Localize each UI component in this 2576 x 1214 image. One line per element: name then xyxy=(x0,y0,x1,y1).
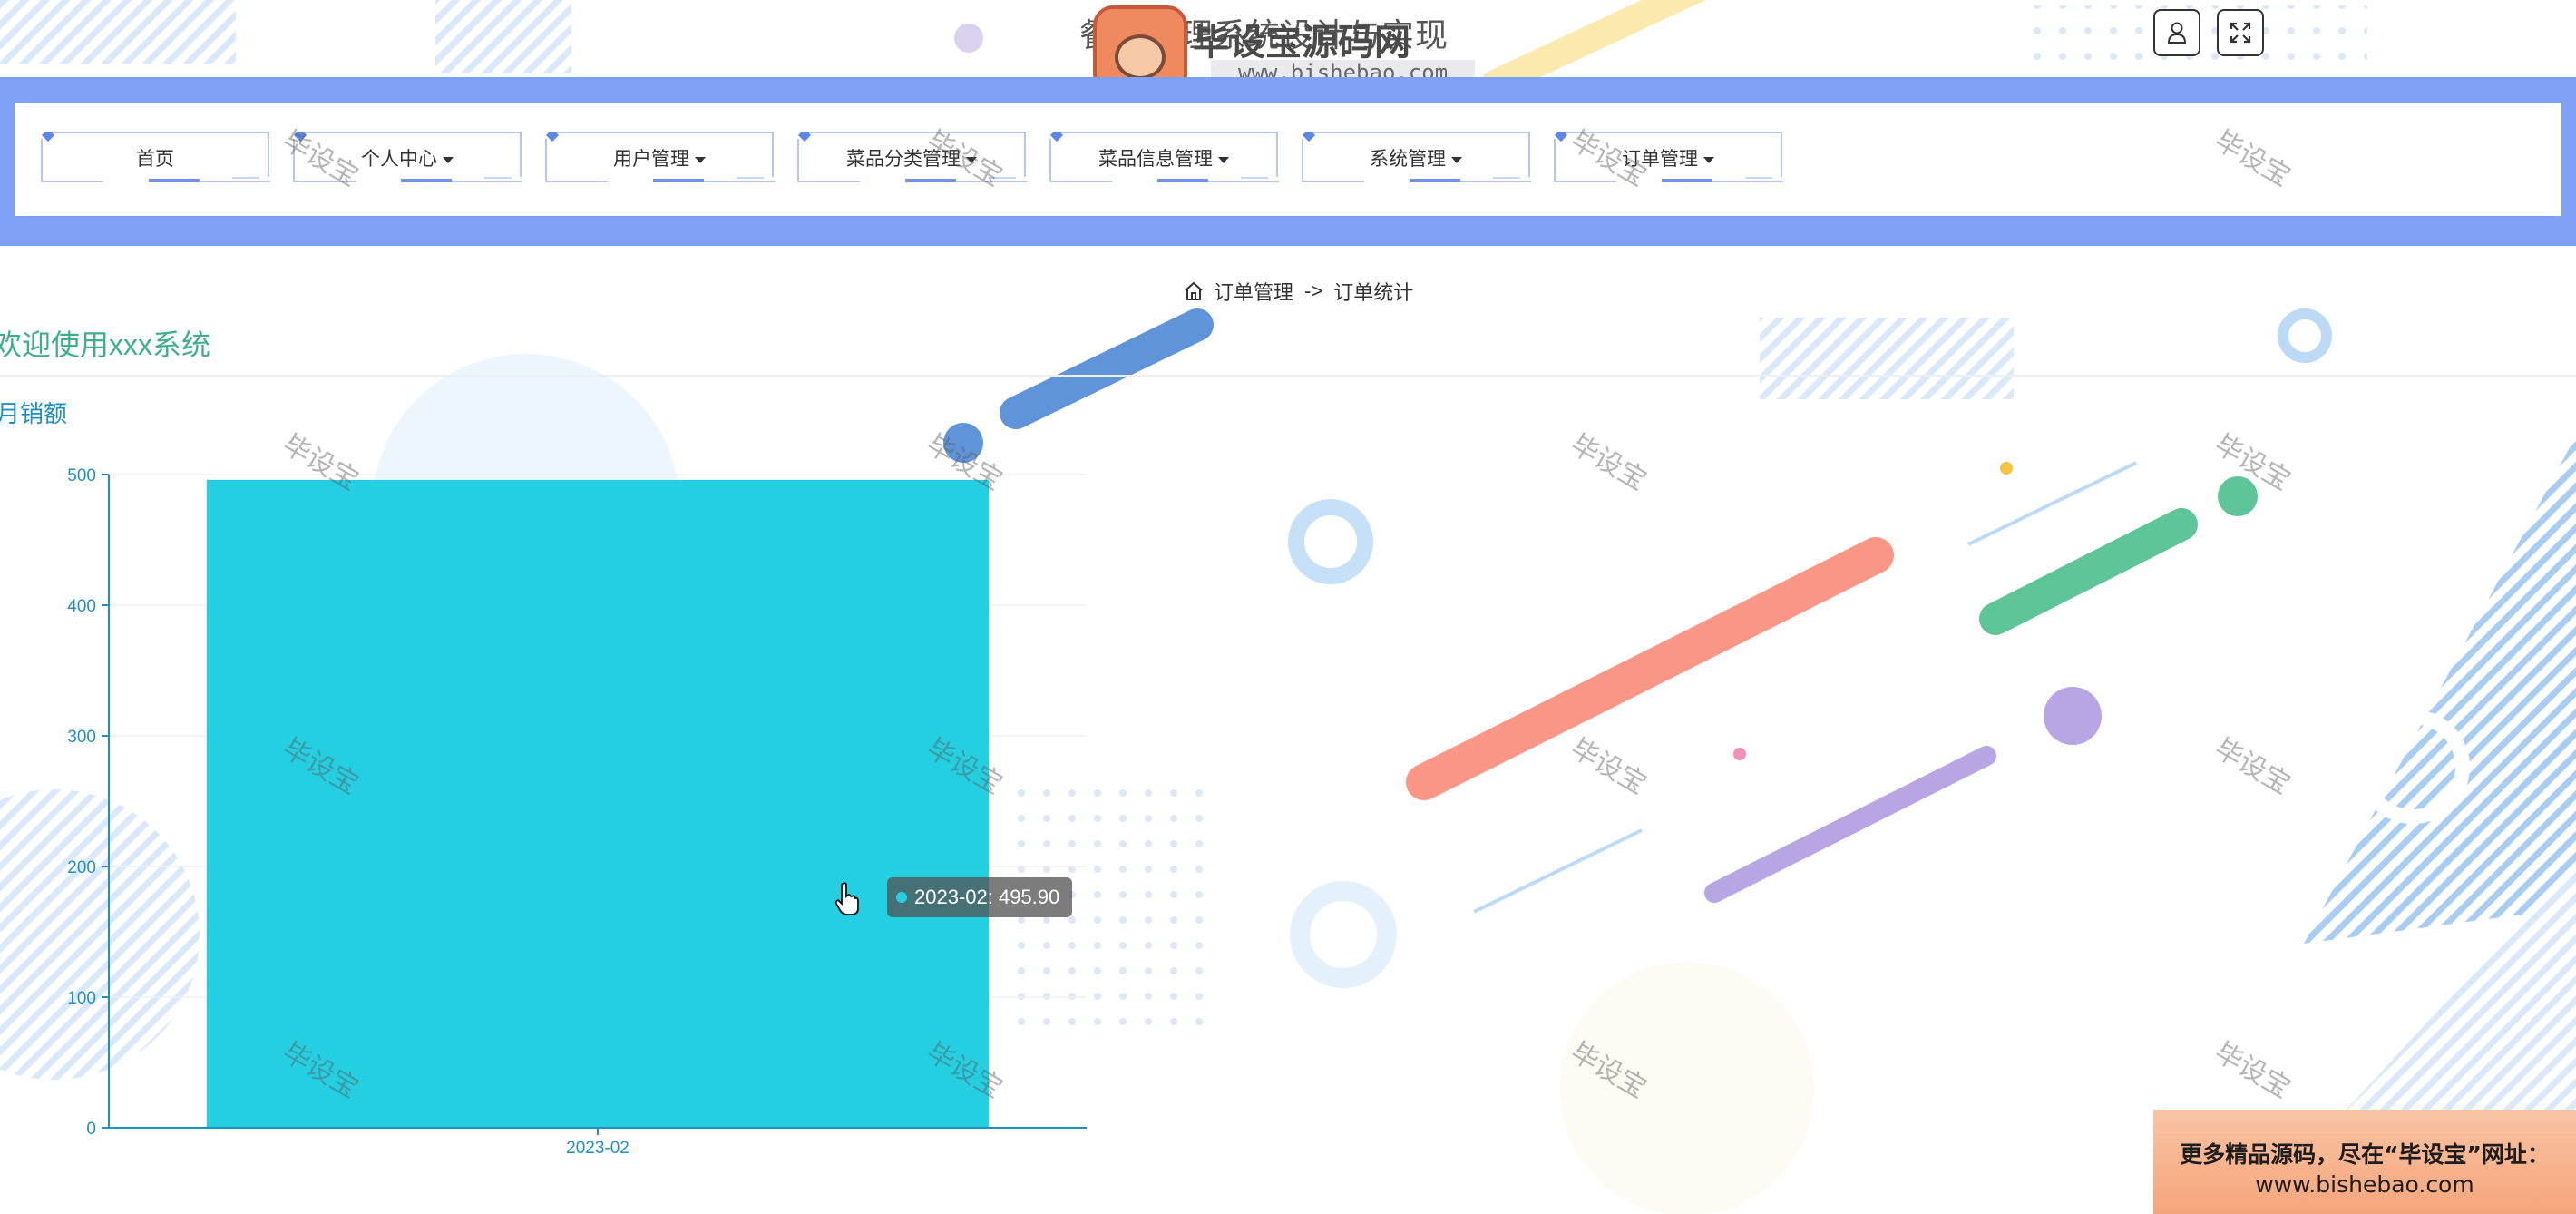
bar[interactable] xyxy=(206,479,990,1128)
home-icon[interactable] xyxy=(1183,280,1205,302)
breadcrumb-parent[interactable]: 订单管理 xyxy=(1214,277,1293,306)
nav-item-label: 订单管理 xyxy=(1553,144,1783,171)
caret-down-icon xyxy=(1703,156,1714,163)
ad-banner[interactable]: 更多精品源码，尽在“毕设宝”网址： www.bishebao.com xyxy=(2153,1110,2576,1214)
chart-tooltip: 2023-02: 495.90 xyxy=(887,877,1073,917)
y-tick-label: 400 xyxy=(67,597,96,616)
top-header: 餐饮管理系统设计与实现 毕设宝源码网 www.bishebao.com xyxy=(0,0,2576,94)
y-tick-label: 0 xyxy=(86,1120,96,1139)
hand-cursor-icon xyxy=(834,882,859,915)
nav-item-2[interactable]: 用户管理 xyxy=(544,132,775,182)
y-tick-label: 200 xyxy=(67,858,96,877)
welcome-text: 欢迎使用xxx系统 xyxy=(0,328,211,361)
chart-title: 月销额 xyxy=(0,400,68,427)
nav-item-5[interactable]: 系统管理 xyxy=(1301,132,1531,182)
caret-down-icon xyxy=(966,156,977,163)
nav-item-label: 个人中心 xyxy=(292,144,522,171)
y-tick-label: 500 xyxy=(67,466,96,485)
fullscreen-icon[interactable] xyxy=(2217,9,2264,56)
navigation-bar: 首页 个人中心 用户管理 菜品分类管理 菜品信息管理 系统管理 订单管理 xyxy=(0,77,2576,246)
navigation-inner: 首页 个人中心 用户管理 菜品分类管理 菜品信息管理 系统管理 订单管理 xyxy=(15,103,2561,216)
nav-item-label: 首页 xyxy=(40,144,270,171)
user-icon[interactable] xyxy=(2153,9,2200,56)
nav-item-0[interactable]: 首页 xyxy=(40,132,270,182)
breadcrumb: 订单管理 -> 订单统计 xyxy=(1183,277,1413,306)
nav-item-text: 订单管理 xyxy=(1622,149,1698,170)
nav-item-4[interactable]: 菜品信息管理 xyxy=(1049,132,1279,182)
breadcrumb-current: 订单统计 xyxy=(1333,281,1414,304)
caret-down-icon xyxy=(443,156,454,163)
ad-line-1: 更多精品源码，尽在“毕设宝”网址： xyxy=(2180,1141,2550,1168)
y-tick-label: 300 xyxy=(67,728,96,747)
nav-item-text: 首页 xyxy=(136,149,174,170)
nav-item-6[interactable]: 订单管理 xyxy=(1553,132,1783,182)
tooltip-marker-icon xyxy=(896,892,907,903)
nav-item-text: 系统管理 xyxy=(1370,149,1446,170)
ad-line-2[interactable]: www.bishebao.com xyxy=(2153,1171,2576,1198)
nav-item-text: 用户管理 xyxy=(613,149,689,170)
nav-item-label: 用户管理 xyxy=(544,144,775,171)
caret-down-icon xyxy=(1451,156,1462,163)
caret-down-icon xyxy=(1218,156,1229,163)
breadcrumb-separator: -> xyxy=(1304,279,1323,302)
nav-item-label: 系统管理 xyxy=(1301,144,1531,171)
tooltip-text: 2023-02: 495.90 xyxy=(914,886,1060,908)
nav-item-text: 菜品信息管理 xyxy=(1098,149,1213,170)
x-tick-label: 2023-02 xyxy=(566,1139,629,1158)
nav-item-label: 菜品信息管理 xyxy=(1049,144,1279,171)
nav-item-3[interactable]: 菜品分类管理 xyxy=(796,132,1027,182)
divider xyxy=(0,375,2576,377)
nav-item-text: 菜品分类管理 xyxy=(846,149,961,170)
y-tick-label: 100 xyxy=(67,989,96,1008)
nav-item-1[interactable]: 个人中心 xyxy=(292,132,522,182)
watermark-logo-text: 毕设宝源码网 xyxy=(1193,22,1410,64)
nav-item-text: 个人中心 xyxy=(361,149,437,170)
caret-down-icon xyxy=(695,156,706,163)
sales-bar-chart[interactable]: 0 100 200 300 400 500 2023-02 xyxy=(0,445,1107,1170)
nav-item-label: 菜品分类管理 xyxy=(796,144,1027,171)
